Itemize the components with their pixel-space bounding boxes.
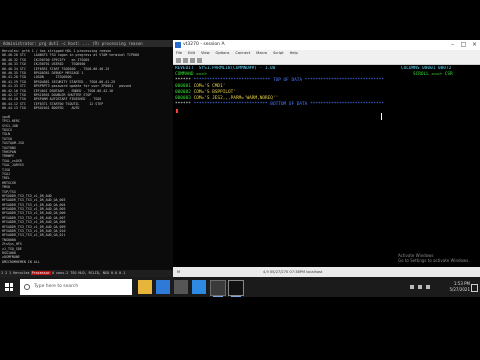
terminal-menubar: File Edit View Options Connect Macro Script Hel… (173, 50, 480, 57)
terminal-toolbar (173, 57, 480, 65)
taskbar-search-input[interactable]: Type here to search (20, 279, 132, 295)
menu-item[interactable]: Options (213, 51, 233, 55)
bottom-prefix: ****** (175, 102, 191, 107)
menu-item[interactable]: Macro (253, 51, 270, 55)
terminal-title: vt3270 - session A (183, 42, 225, 47)
mouse-cursor-icon (381, 113, 385, 120)
search-icon (24, 284, 30, 290)
menu-item[interactable]: View (198, 51, 213, 55)
maximize-icon[interactable]: □ (458, 40, 469, 50)
console-app-icon[interactable] (228, 280, 244, 297)
terminal-screen[interactable]: REVEDIT SYS1.PARMLIB(COMMND##) - 1.00 CO… (175, 66, 475, 266)
menu-item[interactable]: Edit (185, 51, 198, 55)
network-icon[interactable] (410, 285, 414, 289)
copy-icon[interactable] (190, 58, 195, 63)
terminal-3270-icon[interactable] (210, 280, 226, 297)
paste-icon[interactable] (197, 58, 202, 63)
menu-item[interactable]: Connect (232, 51, 253, 55)
start-button[interactable] (0, 277, 18, 297)
bottom-of-data: **************************** BOTTOM OF D… (191, 102, 384, 107)
console-status-item: 0.0 (110, 271, 118, 275)
disconnect-icon[interactable] (183, 58, 188, 63)
file-explorer-icon[interactable] (138, 280, 152, 294)
notifications-icon[interactable] (471, 284, 478, 292)
edge-browser-icon[interactable] (156, 280, 170, 294)
terminal-status-bar: M 4,9 05/27/270 07:38PM localhost (173, 267, 480, 277)
console-status-item: Processor (30, 271, 51, 275)
terminal-window[interactable]: vt3270 - session A – □ × File Edit View Opt… (173, 40, 480, 277)
mail-icon[interactable] (192, 280, 206, 294)
search-placeholder: Type here to search (34, 284, 79, 289)
taskbar: Type here to search 1:53 PM 5/27/2021 (0, 277, 480, 297)
status-info: 4,9 05/27/270 07:38PM localhost (263, 270, 323, 274)
menu-item[interactable]: Script (270, 51, 286, 55)
close-icon[interactable]: × (469, 40, 480, 50)
status-mode: M (177, 270, 181, 274)
store-icon[interactable] (174, 280, 188, 294)
console-output[interactable]: Hercules: prtk 1 / hos stripped HOL 1 pr… (2, 49, 171, 269)
console-status-item: HLD, RCLID, NSO (78, 271, 109, 275)
minimize-icon[interactable]: – (447, 40, 458, 50)
text-cursor (176, 109, 178, 113)
terminal-app-icon (175, 42, 181, 48)
console-title: Administrator: prg dut1 -c host: ... (9)… (0, 40, 173, 47)
battery-icon[interactable] (426, 285, 430, 289)
console-status-item: 1 2 1 (1, 271, 12, 275)
console-status-item: cons-2 (55, 271, 69, 275)
connect-icon[interactable] (176, 58, 181, 63)
terminal-titlebar[interactable]: vt3270 - session A – □ × (173, 40, 480, 50)
console-status-item: Hercules (13, 271, 30, 275)
console-status-bar: 1 2 1 Hercules Processor 0 cons-2 TSO HLD, RCL… (0, 270, 173, 277)
taskbar-clock[interactable]: 1:53 PM 5/27/2021 (442, 281, 470, 293)
windows-logo-icon (5, 283, 13, 291)
volume-icon[interactable] (418, 285, 422, 289)
activation-watermark: Activate Windows Go to Settings to activ… (398, 253, 470, 263)
scroll-label: SCROLL ===> CSR (413, 72, 453, 77)
watermark-subtitle: Go to Settings to activate Windows. (398, 258, 470, 263)
console-status-item: 0.1 (119, 271, 126, 275)
clock-date: 5/27/2021 (449, 287, 470, 292)
system-tray: 1:53 PM 5/27/2021 (390, 277, 480, 297)
menu-item[interactable]: File (173, 51, 185, 55)
console-window[interactable]: Administrator: prg dut1 -c host: ... (9)… (0, 40, 173, 277)
menu-item[interactable]: Help (287, 51, 301, 55)
